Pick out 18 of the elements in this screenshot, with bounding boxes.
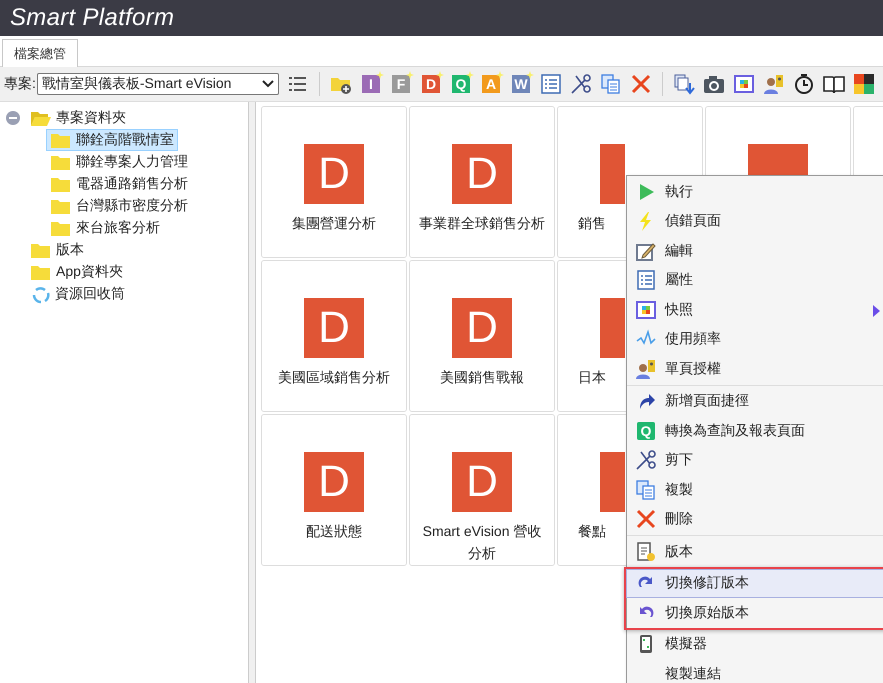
tile-label: Smart eVision 營收分析: [422, 522, 542, 563]
field-label: 專案:: [4, 75, 36, 93]
tile-label: 美國銷售戰報: [439, 368, 525, 387]
tile-label: 事業群全球銷售分析: [418, 214, 546, 233]
page-type-icon: D: [304, 452, 364, 512]
page-type-icon: D: [304, 298, 364, 358]
tile-label: 配送狀態: [305, 522, 363, 541]
tile-label: 銷售: [577, 214, 607, 233]
tile-label: 日本: [577, 368, 607, 387]
page-type-icon: D: [304, 144, 364, 204]
tile-label: 美國區域銷售分析: [277, 368, 391, 387]
tile-label: 集團營運分析: [291, 214, 377, 233]
query-icon: Q: [637, 422, 655, 440]
page-type-icon: D: [452, 452, 512, 512]
tile-label: 餐點: [577, 522, 607, 541]
page-type-icon: D: [452, 144, 512, 204]
page-type-icon: D: [452, 298, 512, 358]
app-title: Smart Platform: [10, 4, 174, 32]
